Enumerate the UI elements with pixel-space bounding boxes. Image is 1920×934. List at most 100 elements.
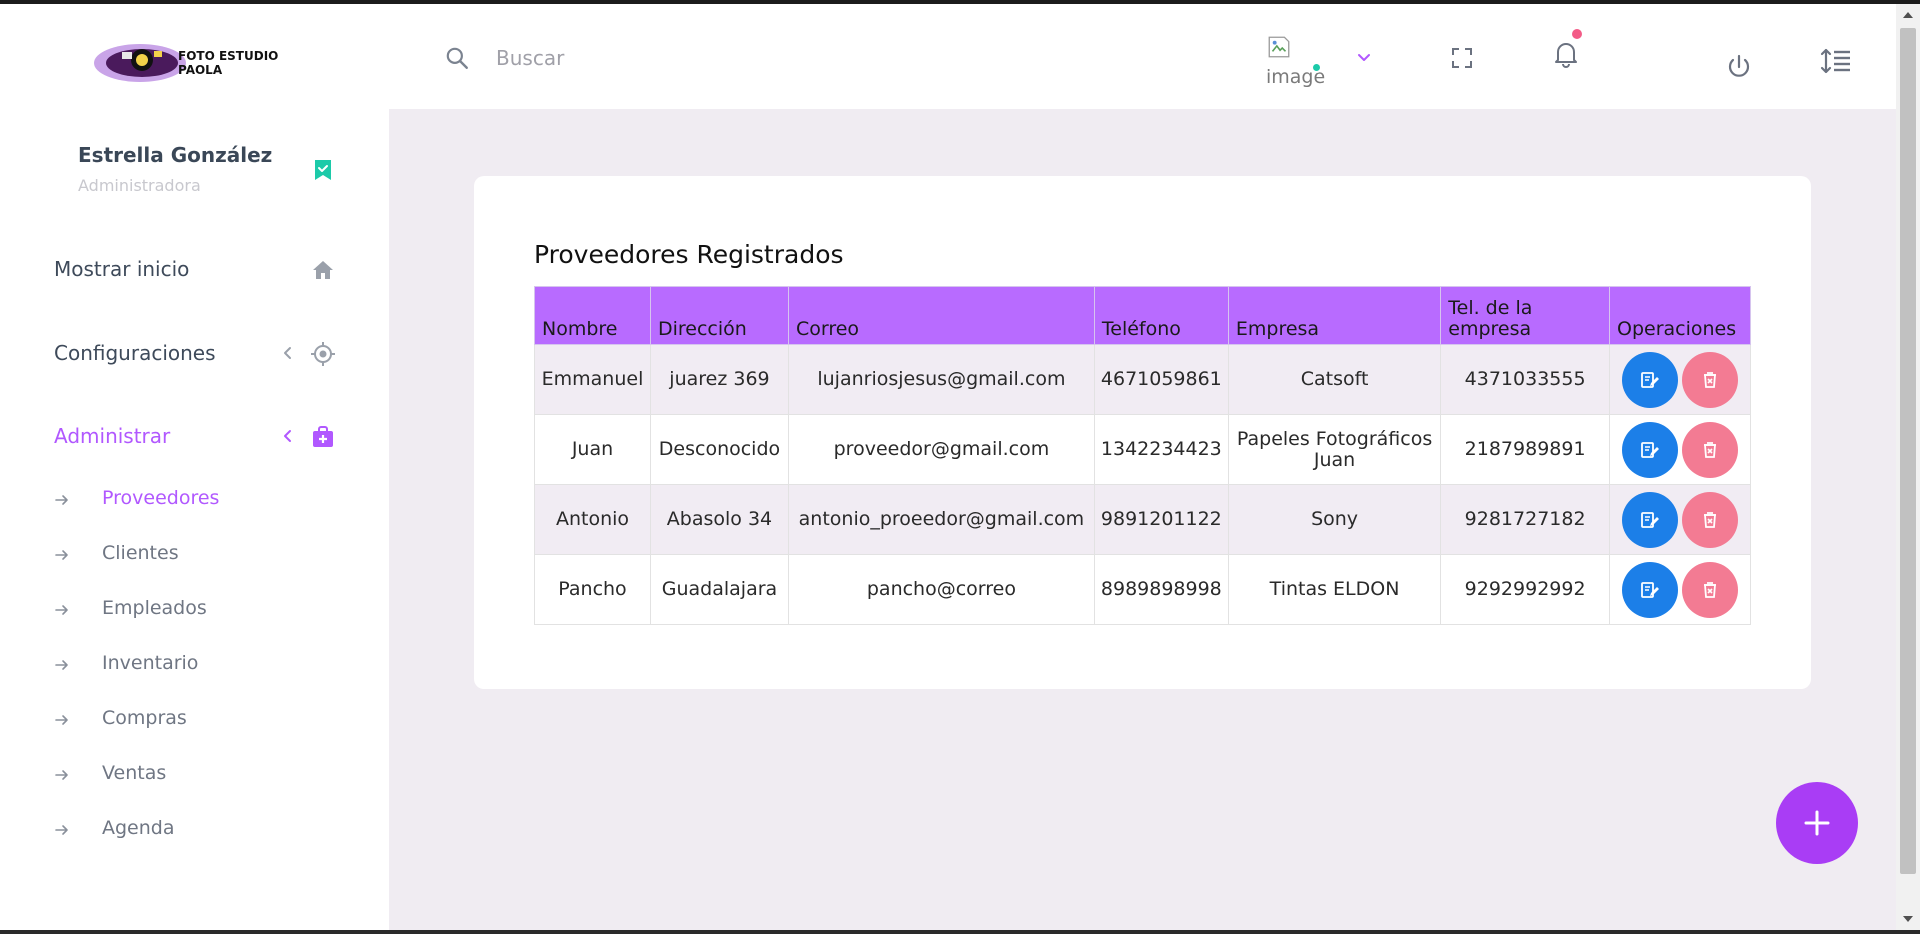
chevron-left-icon	[284, 347, 291, 359]
arrow-right-icon	[55, 770, 68, 780]
cell-tel-empresa: 9292992992	[1440, 554, 1610, 625]
cell-correo: antonio_proeedor@gmail.com	[787, 484, 1095, 555]
subnav-item-clientes[interactable]: Clientes	[54, 538, 354, 570]
subnav-item-ventas[interactable]: Ventas	[54, 758, 354, 790]
subnav-item-label: Empleados	[102, 597, 207, 619]
arrow-right-icon	[55, 550, 68, 560]
cell-direccion: Abasolo 34	[649, 484, 789, 555]
subnav-item-proveedores[interactable]: Proveedores	[54, 483, 354, 515]
nav-item-configuraciones[interactable]: Configuraciones	[54, 333, 354, 373]
nav-item-administrar[interactable]: Administrar	[54, 416, 354, 456]
nav-item-label: Administrar	[54, 424, 171, 448]
table-row: Pancho Guadalajara pancho@correo 8989898…	[534, 554, 1752, 625]
bell-icon[interactable]	[1550, 38, 1582, 70]
edit-icon	[1641, 511, 1659, 528]
app-window: FOTO ESTUDIO PAOLA image	[0, 4, 1896, 930]
delete-icon	[1703, 511, 1716, 528]
edit-icon	[1641, 581, 1659, 598]
cell-operaciones	[1608, 484, 1752, 555]
cell-correo: lujanriosjesus@gmail.com	[787, 344, 1095, 415]
delete-button[interactable]	[1681, 351, 1738, 408]
logo-text-line1: FOTO ESTUDIO	[178, 49, 278, 63]
subnav-item-label: Agenda	[102, 817, 175, 839]
cell-empresa: Catsoft	[1227, 344, 1442, 415]
user-role: Administradora	[78, 176, 201, 195]
menu-toggle-icon[interactable]	[1820, 46, 1852, 76]
user-name: Estrella González	[78, 143, 273, 167]
arrow-right-icon	[55, 495, 68, 505]
scroll-down-arrow-icon[interactable]	[1902, 914, 1914, 924]
home-icon	[313, 261, 333, 279]
subnav-item-label: Inventario	[102, 652, 199, 674]
bookmark-check-icon[interactable]	[312, 159, 334, 181]
cell-telefono: 4671059861	[1093, 344, 1229, 415]
search-input[interactable]	[496, 40, 996, 76]
subnav-item-agenda[interactable]: Agenda	[54, 813, 354, 845]
edit-button[interactable]	[1621, 421, 1678, 478]
subnav-item-label: Proveedores	[102, 487, 220, 509]
cell-telefono: 1342234423	[1093, 414, 1229, 485]
chevron-left-icon	[284, 430, 291, 442]
target-icon	[311, 342, 335, 366]
edit-icon	[1641, 371, 1659, 388]
delete-button[interactable]	[1681, 561, 1738, 618]
table-header-row: Nombre Dirección Correo Teléfono Empresa…	[534, 286, 1752, 345]
cell-direccion: Desconocido	[649, 414, 789, 485]
cell-empresa: Papeles Fotográficos Juan	[1227, 414, 1442, 485]
cell-telefono: 9891201122	[1093, 484, 1229, 555]
profile-image[interactable]: image	[1266, 32, 1330, 88]
cell-empresa: Sony	[1227, 484, 1442, 555]
cell-direccion: Guadalajara	[649, 554, 789, 625]
cell-direccion: juarez 369	[649, 344, 789, 415]
subnav-item-inventario[interactable]: Inventario	[54, 648, 354, 680]
column-header-correo: Correo	[787, 286, 1095, 345]
cell-telefono: 8989898998	[1093, 554, 1229, 625]
arrow-right-icon	[55, 715, 68, 725]
delete-button[interactable]	[1681, 421, 1738, 478]
broken-image-icon	[1268, 36, 1290, 58]
search-icon[interactable]	[444, 45, 470, 71]
window-bottom-edge	[0, 930, 1920, 934]
cell-tel-empresa: 2187989891	[1440, 414, 1610, 485]
nav-item-mostrar-inicio[interactable]: Mostrar inicio	[54, 249, 354, 289]
subnav-item-empleados[interactable]: Empleados	[54, 593, 354, 625]
table-row: Emmanuel juarez 369 lujanriosjesus@gmail…	[534, 344, 1752, 415]
add-provider-button[interactable]	[1776, 782, 1858, 864]
vertical-scrollbar[interactable]	[1896, 4, 1920, 930]
power-icon[interactable]	[1724, 52, 1754, 82]
scrollbar-thumb[interactable]	[1900, 28, 1916, 874]
scroll-up-arrow-icon[interactable]	[1902, 10, 1914, 20]
providers-card: Proveedores Registrados Nombre Dirección…	[474, 176, 1811, 689]
delete-icon	[1703, 371, 1716, 388]
edit-button[interactable]	[1621, 561, 1678, 618]
table-row: Antonio Abasolo 34 antonio_proeedor@gmai…	[534, 484, 1752, 555]
edit-button[interactable]	[1621, 351, 1678, 408]
arrow-right-icon	[55, 605, 68, 615]
edit-icon	[1641, 441, 1659, 458]
subnav-item-compras[interactable]: Compras	[54, 703, 354, 735]
providers-table: Nombre Dirección Correo Teléfono Empresa…	[534, 286, 1752, 625]
sidebar: Estrella González Administradora Mostrar…	[0, 109, 389, 930]
online-status-dot	[1311, 62, 1322, 73]
column-header-operaciones: Operaciones	[1608, 286, 1752, 345]
cell-empresa: Tintas ELDON	[1227, 554, 1442, 625]
notification-dot	[1572, 29, 1582, 39]
cell-correo: pancho@correo	[787, 554, 1095, 625]
fullscreen-icon[interactable]	[1450, 46, 1474, 70]
cell-tel-empresa: 9281727182	[1440, 484, 1610, 555]
cell-operaciones	[1608, 414, 1752, 485]
cell-nombre: Juan	[534, 414, 651, 485]
delete-icon	[1703, 441, 1716, 458]
arrow-right-icon	[55, 660, 68, 670]
table-row: Juan Desconocido proveedor@gmail.com 134…	[534, 414, 1752, 485]
delete-button[interactable]	[1681, 491, 1738, 548]
logo[interactable]: FOTO ESTUDIO PAOLA	[92, 38, 298, 88]
cell-tel-empresa: 4371033555	[1440, 344, 1610, 415]
cell-nombre: Emmanuel	[534, 344, 651, 415]
column-header-telefono: Teléfono	[1093, 286, 1229, 345]
chevron-down-icon[interactable]	[1354, 48, 1374, 68]
delete-icon	[1703, 581, 1716, 598]
nav-item-label: Configuraciones	[54, 341, 216, 365]
edit-button[interactable]	[1621, 491, 1678, 548]
logo-text-line2: PAOLA	[178, 63, 223, 77]
